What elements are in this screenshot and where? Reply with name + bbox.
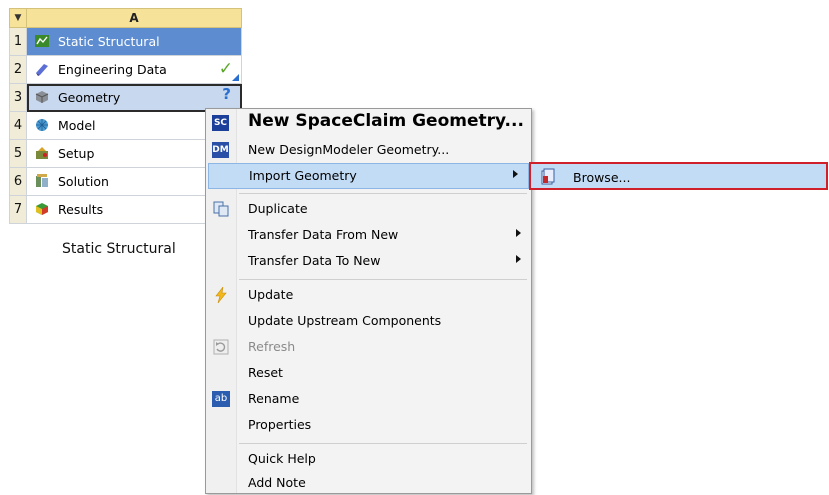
menu-item-new-designmodeler-geometry[interactable]: DM New DesignModeler Geometry...: [206, 138, 531, 162]
menu-item-label: Quick Help: [248, 451, 316, 466]
system-menu-dropdown[interactable]: ▼: [9, 8, 27, 28]
submenu-arrow-icon: [513, 170, 518, 178]
import-geometry-submenu: Browse...: [529, 162, 828, 190]
menu-item-refresh[interactable]: Refresh: [206, 335, 531, 359]
menu-item-label: Rename: [248, 391, 300, 406]
menu-item-transfer-data-from-new[interactable]: Transfer Data From New: [206, 223, 531, 247]
cell-engineering-data[interactable]: Engineering Data ✓: [26, 55, 242, 84]
results-icon: [36, 203, 48, 215]
solution-icon: [36, 174, 48, 187]
setup-icon: [36, 147, 48, 159]
menu-item-browse[interactable]: Browse...: [573, 170, 630, 185]
menu-item-add-note[interactable]: Add Note: [206, 471, 531, 495]
menu-item-import-geometry[interactable]: Import Geometry: [208, 163, 529, 189]
menu-item-label: New DesignModeler Geometry...: [248, 142, 450, 157]
menu-item-label: Properties: [248, 417, 312, 432]
menu-item-quick-help[interactable]: Quick Help: [206, 447, 531, 471]
geometry-icon: [35, 91, 49, 103]
row-number-5: 5: [9, 139, 27, 168]
status-corner-icon: [232, 74, 239, 81]
menu-item-reset[interactable]: Reset: [206, 361, 531, 385]
row-number-7: 7: [9, 195, 27, 224]
cell-label: Setup: [58, 146, 95, 161]
submenu-arrow-icon: [516, 255, 521, 263]
refresh-icon: [213, 339, 229, 355]
menu-item-update[interactable]: Update: [206, 283, 531, 307]
menu-item-label: Transfer Data To New: [248, 253, 381, 268]
menu-separator: [239, 279, 527, 280]
menu-item-label: Import Geometry: [249, 168, 357, 183]
row-number-2: 2: [9, 55, 27, 84]
needs-attention-icon: ?: [222, 85, 231, 103]
row-number-6: 6: [9, 167, 27, 196]
submenu-arrow-icon: [516, 229, 521, 237]
menu-item-label: Update Upstream Components: [248, 313, 442, 328]
menu-item-label: Duplicate: [248, 201, 308, 216]
menu-item-new-spaceclaim-geometry[interactable]: SC New SpaceClaim Geometry...: [206, 111, 531, 137]
cell-label: Results: [58, 202, 104, 217]
menu-item-properties[interactable]: Properties: [206, 413, 531, 437]
cell-label: Geometry: [58, 90, 121, 105]
cell-label: Solution: [58, 174, 109, 189]
cell-label: Static Structural: [58, 34, 160, 49]
designmodeler-icon: DM: [212, 141, 230, 159]
cell-label: Engineering Data: [58, 62, 167, 77]
menu-separator: [239, 443, 527, 444]
engineering-data-icon: [36, 64, 48, 76]
menu-item-label: Add Note: [248, 475, 306, 490]
cell-static-structural[interactable]: Static Structural: [26, 27, 242, 56]
up-to-date-check-icon: ✓: [218, 59, 233, 79]
menu-separator: [239, 193, 527, 194]
menu-item-rename[interactable]: ab Rename: [206, 387, 531, 411]
system-name-label[interactable]: Static Structural: [62, 241, 176, 257]
update-lightning-icon: [215, 286, 227, 304]
menu-item-label: Reset: [248, 365, 283, 380]
row-number-4: 4: [9, 111, 27, 140]
context-menu: SC New SpaceClaim Geometry... DM New Des…: [205, 108, 532, 494]
row-number-1: 1: [9, 27, 27, 56]
menu-item-update-upstream-components[interactable]: Update Upstream Components: [206, 309, 531, 333]
rename-icon: ab: [212, 390, 230, 408]
menu-item-label: Update: [248, 287, 294, 302]
menu-item-label: New SpaceClaim Geometry...: [248, 111, 524, 131]
row-number-3: 3: [9, 83, 27, 112]
model-icon: [36, 119, 48, 131]
menu-item-duplicate[interactable]: Duplicate: [206, 197, 531, 221]
column-header-a: A: [26, 8, 242, 28]
duplicate-icon: [213, 201, 229, 217]
menu-item-label: Transfer Data From New: [248, 227, 399, 242]
menu-item-label: Refresh: [248, 339, 296, 354]
cell-label: Model: [58, 118, 96, 133]
static-structural-icon: [35, 35, 49, 47]
spaceclaim-icon: SC: [212, 114, 230, 132]
browse-file-icon[interactable]: [540, 168, 558, 186]
menu-item-transfer-data-to-new[interactable]: Transfer Data To New: [206, 249, 531, 273]
